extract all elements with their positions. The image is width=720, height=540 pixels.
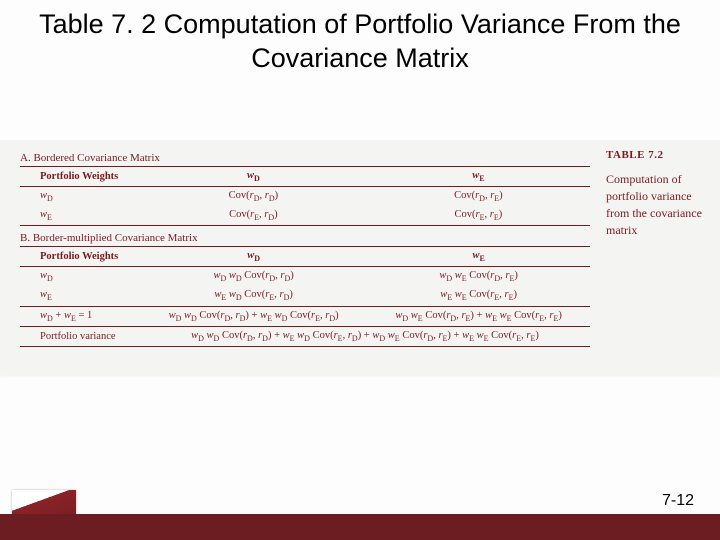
table-row: wE wE wD Cov(rE, rD) wE wE Cov(rE, rE) [20, 286, 590, 306]
table-variance-row: Portfolio variance wD wD Cov(rD, rD) + w… [20, 326, 590, 346]
table-a: Portfolio Weights wD wE wD Cov(rD, rD) C… [20, 166, 590, 226]
table-label: TABLE 7.2 [606, 148, 706, 163]
row-label: Portfolio variance [20, 326, 140, 346]
table-b-header-label: Portfolio Weights [20, 247, 140, 267]
cell: Cov(rE, rE) [367, 206, 590, 226]
cell: wD wE Cov(rD, rE) + wE wE Cov(rE, rE) [367, 306, 590, 326]
table-figure: A. Bordered Covariance Matrix Portfolio … [0, 140, 720, 375]
cell: Cov(rD, rD) [140, 187, 367, 207]
table-a-header: Portfolio Weights wD wE [20, 167, 590, 187]
table-b-col2: wE [367, 247, 590, 267]
cell: wD wE Cov(rD, rE) [367, 267, 590, 287]
row-label: wD [20, 187, 140, 207]
table-b-header: Portfolio Weights wD wE [20, 247, 590, 267]
slide-footer: 7-12 [0, 480, 720, 540]
table-row: wE Cov(rE, rD) Cov(rE, rE) [20, 206, 590, 226]
row-label: wE [20, 286, 140, 306]
table-b: Portfolio Weights wD wE wD wD wD Cov(rD,… [20, 246, 590, 346]
page-number: 7-12 [662, 492, 694, 510]
row-label: wE [20, 206, 140, 226]
table-a-col1: wD [140, 167, 367, 187]
cell: wD wD Cov(rD, rD) + wE wD Cov(rE, rD) [140, 306, 367, 326]
table-a-header-label: Portfolio Weights [20, 167, 140, 187]
table-row: wD Cov(rD, rD) Cov(rD, rE) [20, 187, 590, 207]
table-caption-sidebar: TABLE 7.2 Computation of portfolio varia… [600, 140, 720, 375]
table-a-col2: wE [367, 167, 590, 187]
cell: wE wD Cov(rE, rD) [140, 286, 367, 306]
table-sum-row: wD + wE = 1 wD wD Cov(rD, rD) + wE wD Co… [20, 306, 590, 326]
table-b-col1: wD [140, 247, 367, 267]
row-label: wD + wE = 1 [20, 306, 140, 326]
table-caption-text: Computation of portfolio variance from t… [606, 171, 706, 238]
cell: wD wD Cov(rD, rD) + wE wD Cov(rE, rD) + … [140, 326, 590, 346]
table-area: A. Bordered Covariance Matrix Portfolio … [0, 140, 600, 375]
footer-bar [0, 514, 720, 540]
section-b-heading: B. Border-multiplied Covariance Matrix [20, 232, 590, 244]
cell: Cov(rD, rE) [367, 187, 590, 207]
row-label: wD [20, 267, 140, 287]
cell: wE wE Cov(rE, rE) [367, 286, 590, 306]
cell: Cov(rE, rD) [140, 206, 367, 226]
slide-title: Table 7. 2 Computation of Portfolio Vari… [0, 0, 720, 80]
section-a-heading: A. Bordered Covariance Matrix [20, 152, 590, 164]
cell: wD wD Cov(rD, rD) [140, 267, 367, 287]
table-row: wD wD wD Cov(rD, rD) wD wE Cov(rD, rE) [20, 267, 590, 287]
